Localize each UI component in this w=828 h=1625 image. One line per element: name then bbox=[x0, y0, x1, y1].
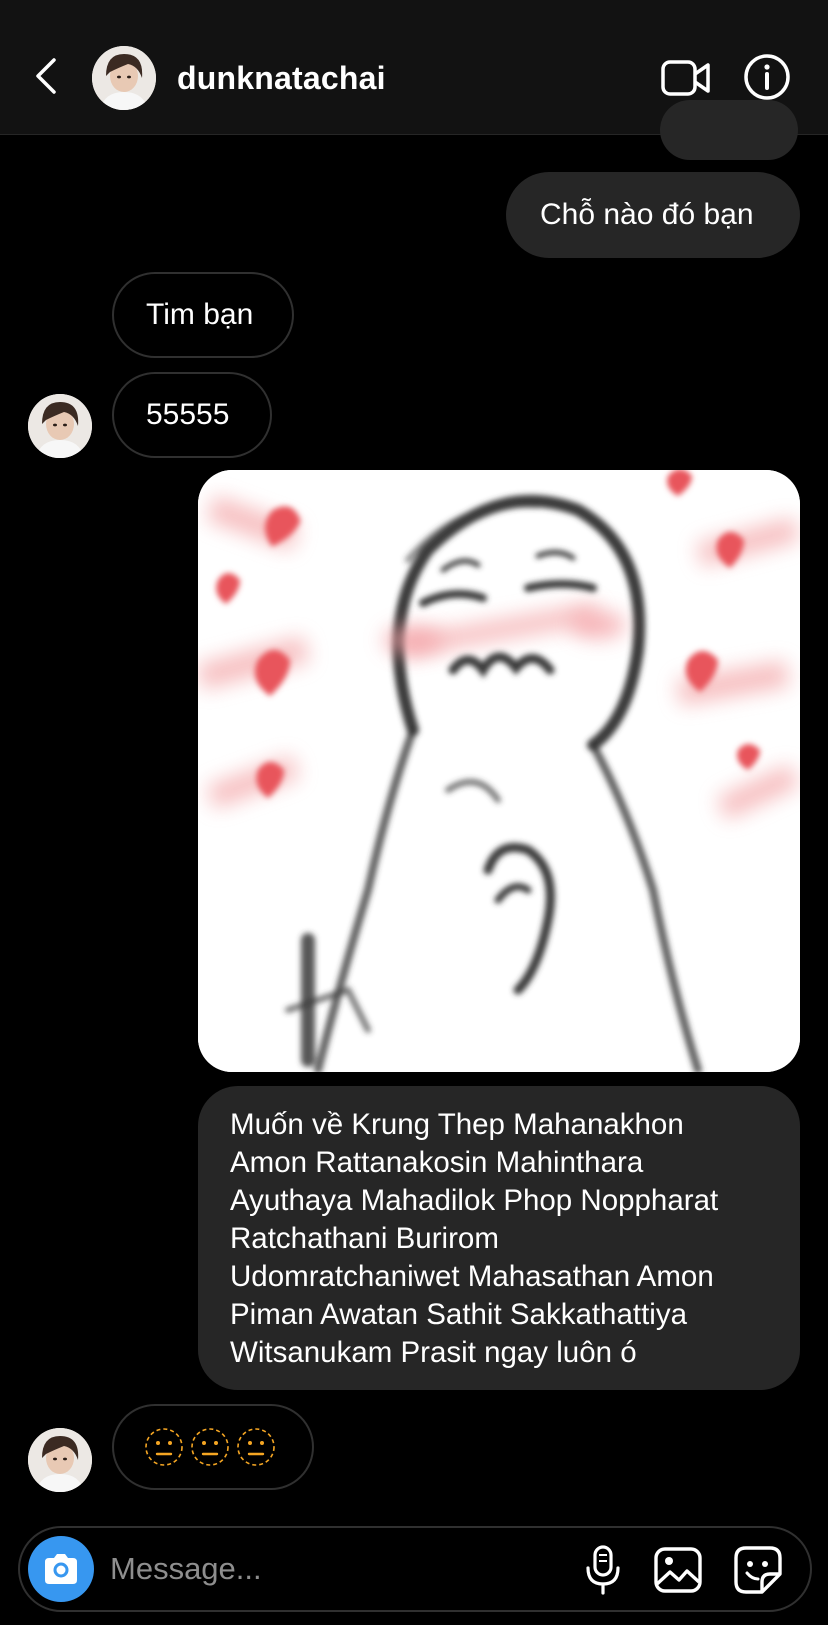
chevron-left-icon bbox=[36, 58, 56, 94]
camera-icon bbox=[45, 1554, 77, 1584]
video-call-button[interactable] bbox=[660, 54, 712, 102]
message-bubble-outgoing[interactable]: Muốn về Krung Thep Mahanakhon Amon Ratta… bbox=[198, 1086, 800, 1390]
info-button[interactable] bbox=[742, 52, 792, 102]
chat-username[interactable]: dunknatachai bbox=[177, 56, 386, 100]
video-call-icon bbox=[661, 60, 710, 96]
message-composer bbox=[18, 1526, 812, 1612]
message-bubble-incoming[interactable]: Tim bạn bbox=[112, 272, 294, 358]
voice-message-button[interactable] bbox=[578, 1544, 628, 1596]
sticker-image[interactable] bbox=[198, 470, 800, 1072]
message-bubble-outgoing[interactable]: Chỗ nào đó bạn bbox=[506, 172, 800, 258]
message-input[interactable] bbox=[110, 1546, 530, 1592]
message-line: Ayuthaya Mahadilok Phop Noppharat bbox=[230, 1184, 719, 1217]
message-line: Muốn về Krung Thep Mahanakhon bbox=[230, 1108, 684, 1141]
gallery-button[interactable] bbox=[652, 1544, 704, 1596]
message-line: Amon Rattanakosin Mahinthara bbox=[230, 1146, 644, 1179]
message-bubble-incoming[interactable]: 😐😐😐 bbox=[112, 1404, 314, 1490]
neutral-face-emoji-row bbox=[145, 1428, 275, 1466]
message-bubble-incoming[interactable]: 55555 bbox=[112, 372, 272, 458]
message-line: Piman Awatan Sathit Sakkathattiya bbox=[230, 1298, 687, 1331]
gallery-icon bbox=[654, 1547, 702, 1593]
message-text: Chỗ nào đó bạn bbox=[540, 198, 754, 231]
sender-avatar[interactable] bbox=[28, 1428, 92, 1492]
back-button[interactable] bbox=[28, 52, 64, 100]
sticker-icon bbox=[734, 1546, 782, 1594]
sender-avatar[interactable] bbox=[28, 394, 92, 458]
message-line: Ratchathani Burirom bbox=[230, 1222, 499, 1255]
header-avatar[interactable] bbox=[92, 46, 156, 110]
camera-button[interactable] bbox=[28, 1536, 94, 1602]
previous-message-bubble bbox=[660, 100, 798, 160]
message-line: Witsanukam Prasit ngay luôn ó bbox=[230, 1336, 637, 1369]
message-text: Tim bạn bbox=[146, 298, 254, 331]
info-icon bbox=[744, 54, 790, 100]
microphone-icon bbox=[586, 1545, 620, 1595]
message-line: Udomratchaniwet Mahasathan Amon bbox=[230, 1260, 714, 1293]
sticker-button[interactable] bbox=[732, 1544, 784, 1596]
message-text: 55555 bbox=[146, 398, 230, 431]
